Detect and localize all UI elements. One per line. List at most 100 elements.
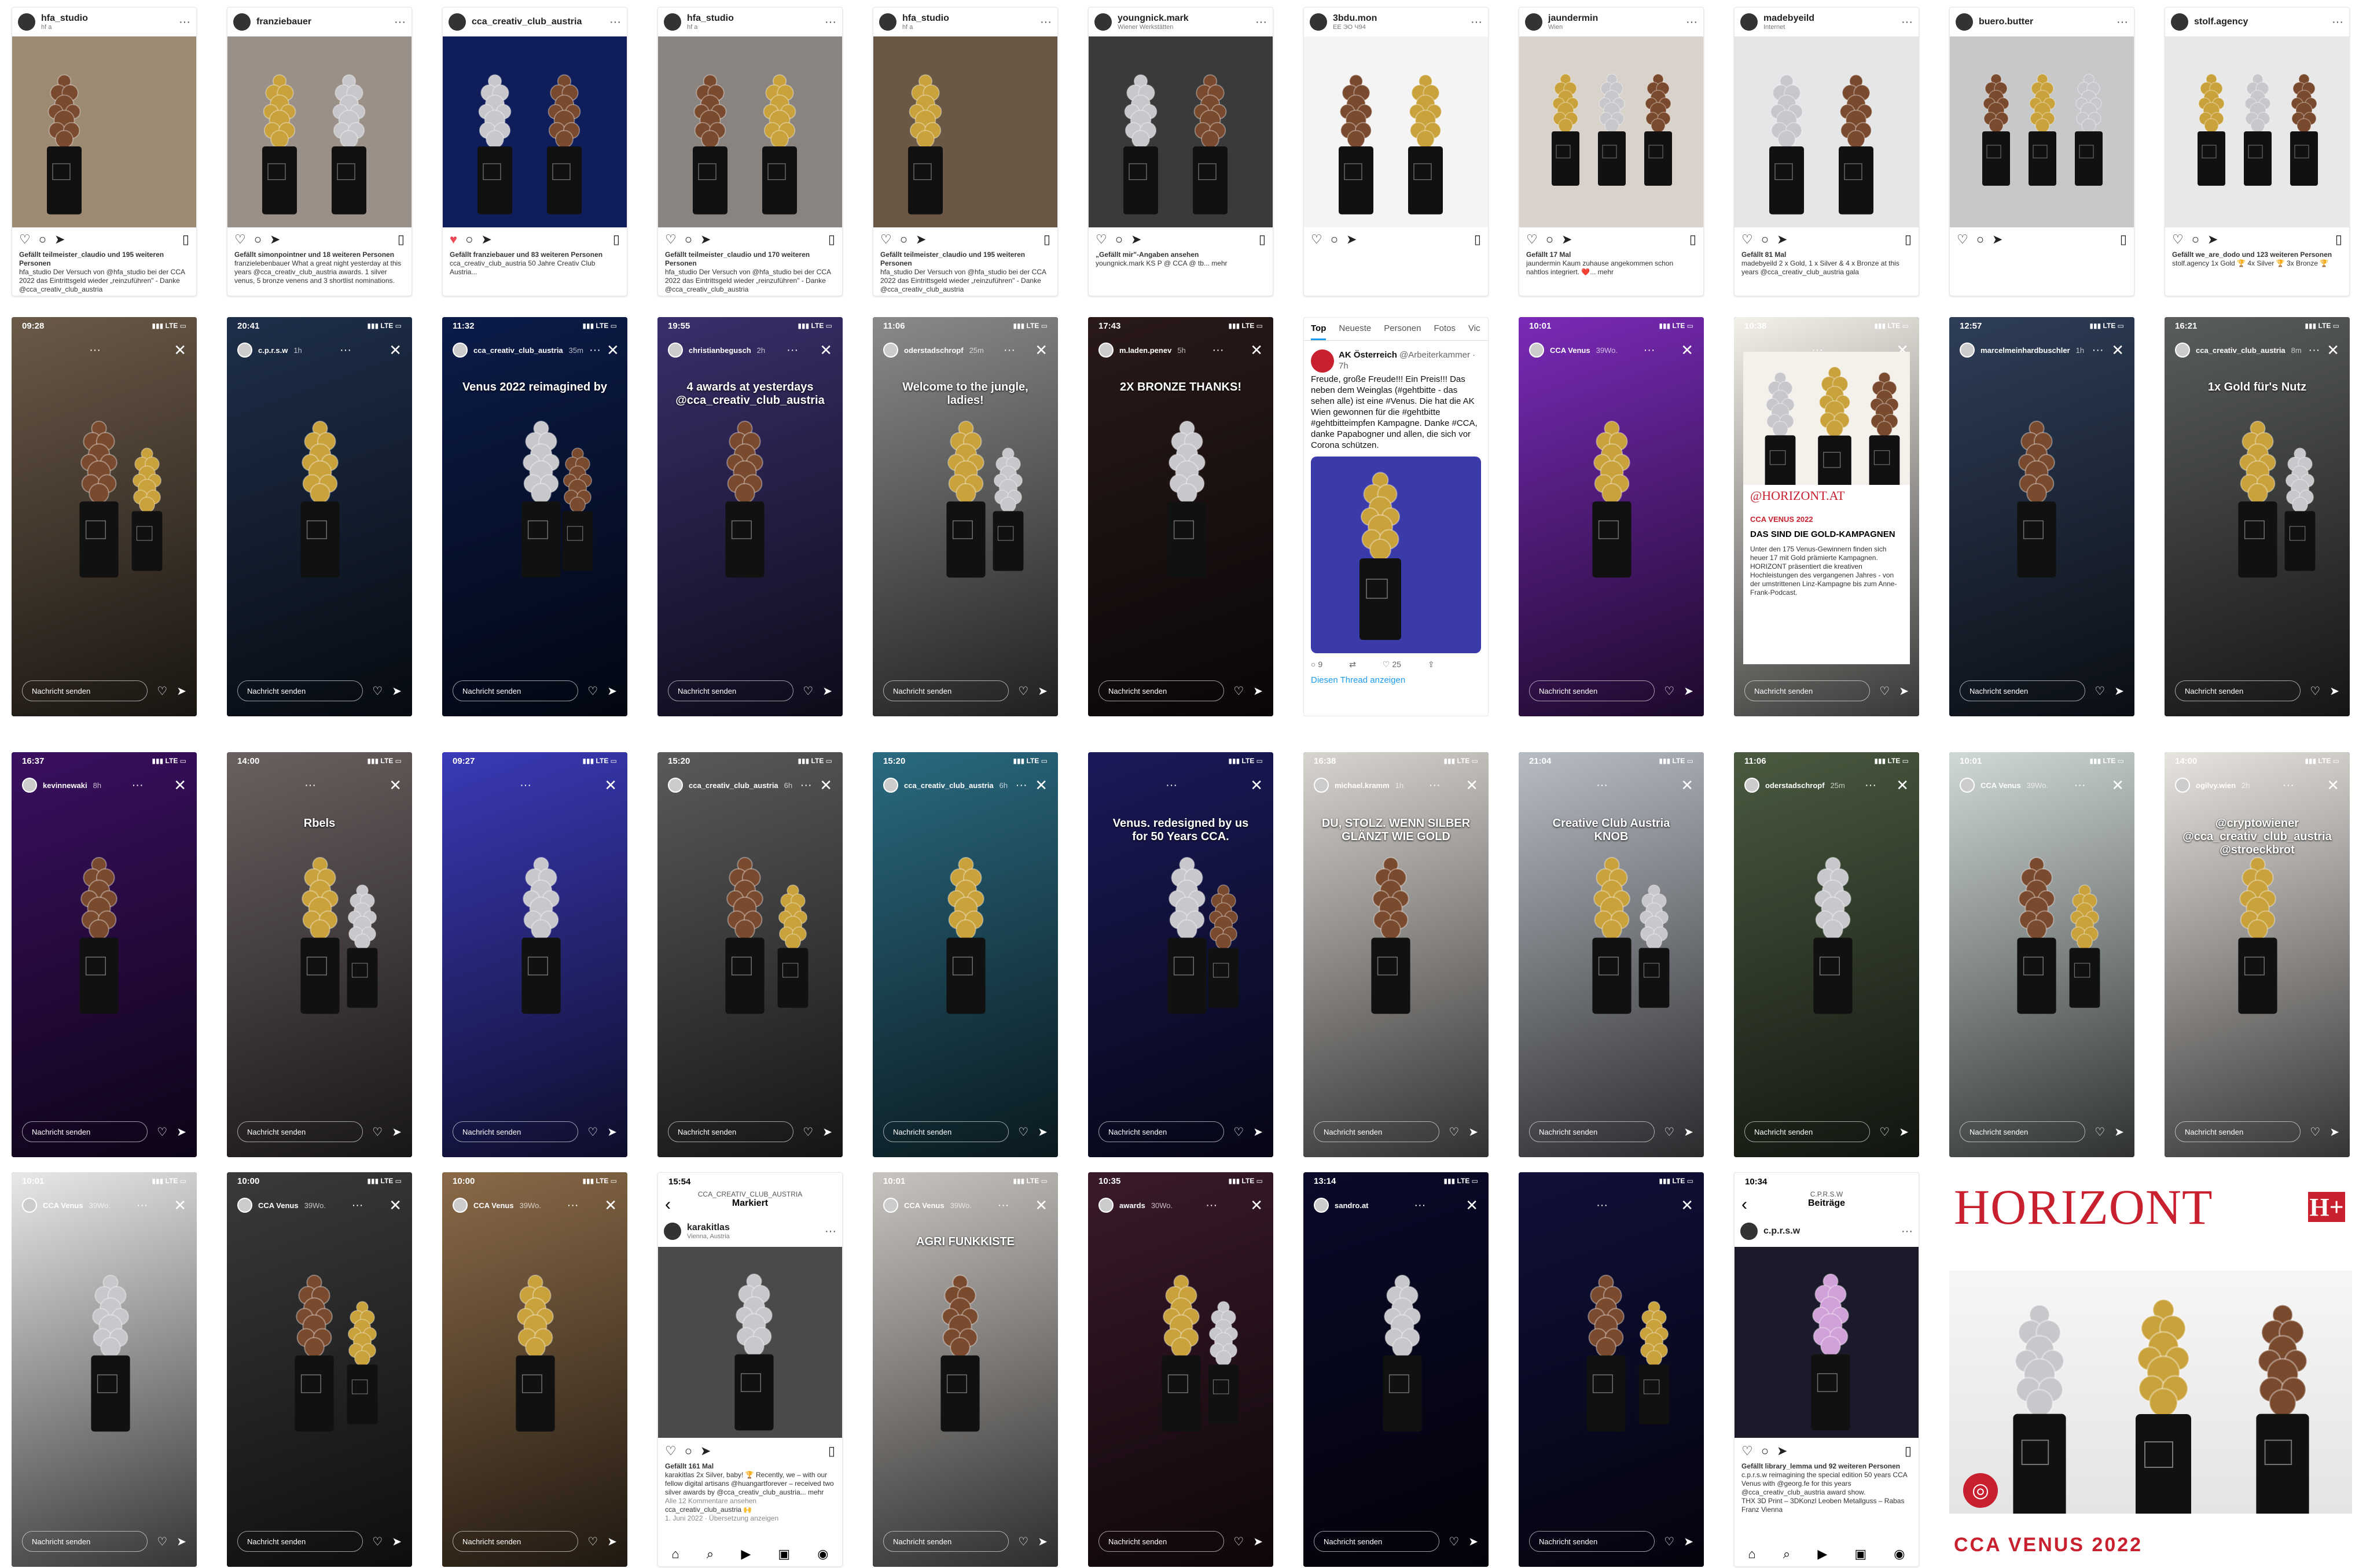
send-icon[interactable]: ➤ — [1899, 1125, 1909, 1139]
send-icon[interactable]: ➤ — [822, 684, 832, 698]
close-icon[interactable]: ✕ — [604, 776, 617, 794]
shop-icon[interactable]: ▣ — [778, 1547, 790, 1562]
story-username[interactable]: marcelmeinhardbuschler — [1980, 346, 2070, 355]
camera-icon[interactable]: ◎ — [1963, 1473, 1998, 1508]
more-icon[interactable]: ··· — [1901, 1225, 1913, 1238]
more-icon[interactable]: ··· — [352, 1199, 363, 1212]
avatar[interactable] — [883, 343, 898, 358]
send-icon[interactable]: ➤ — [481, 232, 491, 247]
close-icon[interactable]: ✕ — [820, 341, 832, 359]
message-input[interactable]: Nachricht senden — [1960, 1121, 2086, 1142]
heart-icon[interactable]: ♡ — [1018, 1125, 1028, 1139]
avatar[interactable] — [664, 1223, 681, 1240]
heart-icon[interactable]: ♡ — [587, 684, 598, 698]
story-username[interactable]: CCA Venus — [473, 1201, 514, 1210]
send-icon[interactable]: ➤ — [1253, 684, 1263, 698]
avatar[interactable] — [664, 13, 681, 31]
heart-icon[interactable]: ♡ — [157, 1125, 167, 1139]
comment-icon[interactable]: ○ — [465, 232, 473, 247]
more-icon[interactable]: ··· — [179, 16, 190, 29]
avatar[interactable] — [883, 778, 898, 793]
message-input[interactable]: Nachricht senden — [237, 1121, 363, 1142]
close-icon[interactable]: ✕ — [2327, 776, 2339, 794]
message-input[interactable]: Nachricht senden — [883, 1121, 1009, 1142]
send-icon[interactable]: ➤ — [2207, 232, 2218, 247]
more-icon[interactable]: ··· — [800, 779, 812, 792]
bookmark-icon[interactable]: ▯ — [828, 1444, 835, 1459]
avatar[interactable] — [2175, 778, 2190, 793]
heart-icon[interactable]: ♡ — [2172, 232, 2184, 247]
back-icon[interactable]: ‹ — [1741, 1195, 1747, 1214]
send-icon[interactable]: ➤ — [700, 1444, 711, 1459]
close-icon[interactable]: ✕ — [1681, 776, 1693, 794]
close-icon[interactable]: ✕ — [2111, 776, 2124, 794]
story-username[interactable]: CCA Venus — [258, 1201, 299, 1210]
comment-icon[interactable]: ○ — [1761, 232, 1769, 247]
post-username[interactable]: youngnick.mark Wiener Werkstätten — [1118, 13, 1189, 31]
more-icon[interactable]: ··· — [137, 1199, 148, 1212]
send-icon[interactable]: ➤ — [1038, 1534, 1048, 1549]
more-icon[interactable]: ··· — [1596, 1199, 1608, 1212]
send-icon[interactable]: ➤ — [2329, 684, 2339, 698]
more-icon[interactable]: ··· — [1166, 779, 1177, 792]
search-icon[interactable]: ⌕ — [707, 1547, 714, 1562]
avatar[interactable] — [1744, 778, 1759, 793]
heart-icon[interactable]: ♡ — [1526, 232, 1538, 247]
message-input[interactable]: Nachricht senden — [1098, 680, 1225, 701]
avatar[interactable] — [668, 343, 683, 358]
send-icon[interactable]: ➤ — [1684, 1534, 1693, 1549]
avatar[interactable] — [449, 13, 466, 31]
comment-icon[interactable]: ○ — [1331, 232, 1338, 247]
bookmark-icon[interactable]: ▯ — [2335, 232, 2342, 247]
more-icon[interactable]: ··· — [1016, 779, 1027, 792]
more-icon[interactable]: ··· — [825, 1225, 836, 1238]
message-input[interactable]: Nachricht senden — [2175, 1121, 2301, 1142]
send-icon[interactable]: ➤ — [1131, 232, 1141, 247]
heart-icon[interactable]: ♡ — [19, 232, 31, 247]
close-icon[interactable]: ✕ — [174, 776, 186, 794]
comment-icon[interactable]: ○ — [254, 232, 262, 247]
post-username[interactable]: buero.butter — [1979, 17, 2033, 27]
send-icon[interactable]: ➤ — [1777, 232, 1787, 247]
more-icon[interactable]: ··· — [1596, 779, 1608, 792]
message-input[interactable]: Nachricht senden — [1529, 680, 1655, 701]
heart-icon[interactable]: ♡ — [157, 684, 167, 698]
heart-icon[interactable]: ♡ — [157, 1534, 167, 1549]
avatar[interactable] — [453, 1198, 468, 1213]
heart-icon[interactable]: ♡ — [587, 1125, 598, 1139]
avatar[interactable] — [668, 778, 683, 793]
heart-icon[interactable]: ♡ — [1096, 232, 1107, 247]
comment-icon[interactable]: ○ — [1976, 232, 1984, 247]
post-username[interactable]: hfa_studio hf a — [687, 13, 734, 31]
send-icon[interactable]: ➤ — [392, 1534, 402, 1549]
story-username[interactable]: oderstadschropf — [1765, 781, 1825, 790]
story-username[interactable]: cca_creativ_club_austria — [904, 781, 994, 790]
message-input[interactable]: Nachricht senden — [453, 1121, 579, 1142]
close-icon[interactable]: ✕ — [1250, 341, 1263, 359]
avatar[interactable] — [1314, 778, 1329, 793]
bookmark-icon[interactable]: ▯ — [1474, 232, 1481, 247]
send-icon[interactable]: ➤ — [1684, 1125, 1693, 1139]
heart-icon[interactable]: ♡ — [665, 1444, 677, 1459]
more-icon[interactable]: ··· — [89, 344, 101, 357]
send-icon[interactable]: ➤ — [607, 684, 617, 698]
close-icon[interactable]: ✕ — [174, 1197, 186, 1214]
more-icon[interactable]: ··· — [825, 16, 836, 29]
more-icon[interactable]: ··· — [1429, 779, 1441, 792]
avatar[interactable] — [883, 1198, 898, 1213]
close-icon[interactable]: ✕ — [1035, 1197, 1048, 1214]
message-input[interactable]: Nachricht senden — [1960, 680, 2086, 701]
close-icon[interactable]: ✕ — [389, 776, 402, 794]
more-icon[interactable]: ··· — [1004, 344, 1015, 357]
comment-icon[interactable]: ○ — [685, 232, 692, 247]
avatar[interactable] — [22, 1198, 37, 1213]
home-icon[interactable]: ⌂ — [1748, 1547, 1756, 1562]
heart-icon[interactable]: ♡ — [880, 232, 892, 247]
post-username[interactable]: franziebauer — [256, 17, 311, 27]
profile-icon[interactable]: ◉ — [1894, 1547, 1905, 1562]
retweet-icon[interactable]: ⇄ — [1349, 659, 1356, 670]
send-icon[interactable]: ➤ — [1899, 684, 1909, 698]
heart-icon[interactable]: ♡ — [2310, 684, 2320, 698]
send-icon[interactable]: ➤ — [270, 232, 280, 247]
heart-icon[interactable]: ♡ — [803, 1125, 813, 1139]
